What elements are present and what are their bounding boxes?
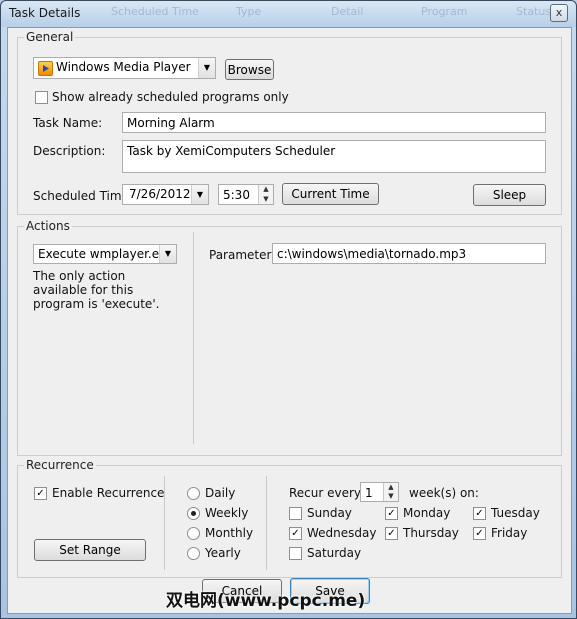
recurrence-divider-1 <box>164 476 165 570</box>
spin-down-icon[interactable]: ▼ <box>259 195 273 205</box>
yearly-radio[interactable] <box>187 547 200 560</box>
chevron-down-icon[interactable]: ▼ <box>198 58 215 78</box>
sunday-label: Sunday <box>307 506 352 520</box>
saturday-label: Saturday <box>307 546 362 560</box>
spin-up-icon[interactable]: ▲ <box>259 185 273 195</box>
recur-every-label: Recur every <box>289 486 362 500</box>
window-title: Task Details <box>9 6 81 20</box>
program-select-value: Windows Media Player <box>56 60 191 74</box>
show-scheduled-checkbox[interactable] <box>35 91 48 104</box>
enable-recurrence-label: Enable Recurrence <box>52 486 165 500</box>
yearly-label: Yearly <box>205 546 241 560</box>
dialog-body: General Windows Media Player ▼ Browse Sh… <box>7 27 572 614</box>
action-note: The only action available for this progr… <box>33 269 160 311</box>
monday-checkbox[interactable]: ✓ <box>385 507 398 520</box>
monday-label: Monday <box>403 506 451 520</box>
current-time-button[interactable]: Current Time <box>282 183 379 205</box>
recurrence-group-label: Recurrence <box>24 458 96 472</box>
actions-divider <box>193 232 194 444</box>
sleep-button[interactable]: Sleep <box>473 184 546 206</box>
watermark-text: 双电网(www.pcpc.me) <box>166 591 366 611</box>
browse-button[interactable]: Browse <box>225 59 274 80</box>
task-name-input[interactable]: Morning Alarm <box>122 112 546 133</box>
thursday-label: Thursday <box>403 526 459 540</box>
wednesday-label: Wednesday <box>307 526 377 540</box>
chevron-down-icon[interactable]: ▼ <box>159 245 176 263</box>
background-header-4: Program <box>421 5 468 18</box>
wednesday-checkbox[interactable]: ✓ <box>289 527 302 540</box>
program-select[interactable]: Windows Media Player ▼ <box>33 57 216 79</box>
date-value: 7/26/2012 <box>129 187 191 201</box>
actions-group-label: Actions <box>24 219 72 233</box>
description-label: Description: <box>33 144 106 158</box>
recur-every-input[interactable]: 1 ▲ ▼ <box>360 482 399 502</box>
time-input[interactable]: 5:30 ▲ ▼ <box>218 184 274 205</box>
background-header-1: Scheduled Time <box>111 5 199 18</box>
set-range-button[interactable]: Set Range <box>34 539 146 561</box>
sunday-checkbox[interactable] <box>289 507 302 520</box>
friday-checkbox[interactable]: ✓ <box>473 527 486 540</box>
weekly-radio[interactable] <box>187 507 200 520</box>
recurrence-group: Recurrence ✓ Enable Recurrence Set Range… <box>17 458 562 578</box>
enable-recurrence-checkbox[interactable]: ✓ <box>34 487 47 500</box>
weeks-on-label: week(s) on: <box>409 486 479 500</box>
recur-every-value: 1 <box>365 486 373 500</box>
monthly-radio[interactable] <box>187 527 200 540</box>
task-name-label: Task Name: <box>33 116 103 130</box>
recur-every-spinner[interactable]: ▲ ▼ <box>383 483 398 501</box>
time-value: 5:30 <box>223 188 250 202</box>
background-header-2: Type <box>236 5 262 18</box>
action-select-value: Execute wmplayer.exe <box>38 247 174 261</box>
date-picker[interactable]: 7/26/2012 ▼ <box>122 184 209 205</box>
radio-selected-dot <box>191 511 196 516</box>
parameters-label: Parameters: <box>209 248 282 262</box>
daily-label: Daily <box>205 486 236 500</box>
close-icon: x <box>555 6 563 19</box>
task-details-window: Task Details Scheduled Time Type Detail … <box>0 0 577 619</box>
time-spinner[interactable]: ▲ ▼ <box>258 185 273 204</box>
friday-label: Friday <box>491 526 528 540</box>
weekly-label: Weekly <box>205 506 249 520</box>
background-header-3: Detail <box>331 5 364 18</box>
thursday-checkbox[interactable]: ✓ <box>385 527 398 540</box>
tuesday-label: Tuesday <box>491 506 540 520</box>
parameters-input[interactable]: c:\windows\media\tornado.mp3 <box>272 243 546 264</box>
title-bar[interactable]: Task Details Scheduled Time Type Detail … <box>1 1 576 27</box>
spin-down-icon[interactable]: ▼ <box>384 492 398 501</box>
tuesday-checkbox[interactable]: ✓ <box>473 507 486 520</box>
show-scheduled-label: Show already scheduled programs only <box>52 90 289 104</box>
saturday-checkbox[interactable] <box>289 547 302 560</box>
general-group: General Windows Media Player ▼ Browse Sh… <box>17 30 562 215</box>
chevron-down-icon[interactable]: ▼ <box>191 185 208 204</box>
background-header-5: Status <box>516 5 552 18</box>
actions-group: Actions Execute wmplayer.exe ▼ The only … <box>17 219 562 456</box>
general-group-label: General <box>24 30 76 44</box>
action-select[interactable]: Execute wmplayer.exe ▼ <box>33 244 177 264</box>
spin-up-icon[interactable]: ▲ <box>384 483 398 492</box>
description-input[interactable]: Task by XemiComputers Scheduler <box>122 140 546 173</box>
media-player-icon <box>38 61 53 76</box>
scheduled-time-label: Scheduled Time: <box>33 189 133 203</box>
daily-radio[interactable] <box>187 487 200 500</box>
close-button[interactable]: x <box>550 4 568 22</box>
recurrence-divider-2 <box>266 476 267 570</box>
monthly-label: Monthly <box>205 526 254 540</box>
